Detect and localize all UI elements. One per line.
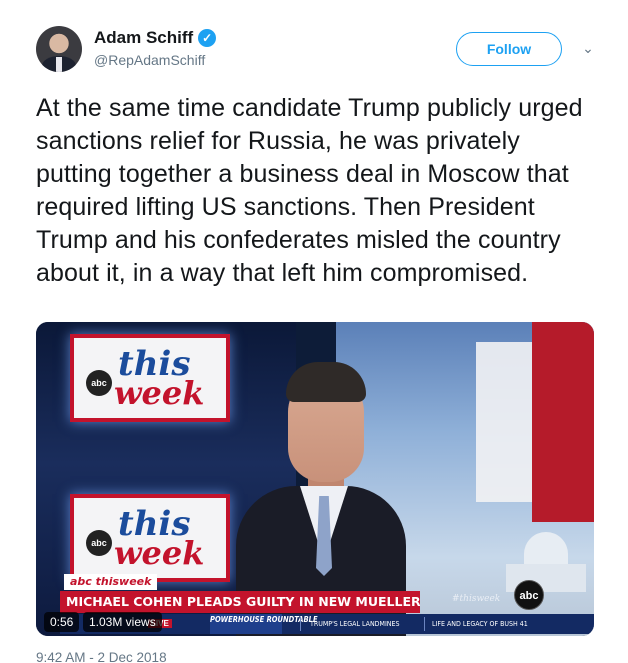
avatar-shirt <box>56 57 62 72</box>
author-display-name[interactable]: Adam Schiff <box>94 28 193 48</box>
tweet-timestamp[interactable]: 9:42 AM - 2 Dec 2018 <box>36 650 167 663</box>
ticker-divider <box>300 617 301 631</box>
ticker-item: TRUMP'S LEGAL LANDMINES <box>310 620 400 628</box>
tweet-card: Adam Schiff ✓ @RepAdamSchiff Follow ⌄ At… <box>0 0 628 663</box>
author-name-row: Adam Schiff ✓ <box>94 28 217 48</box>
video-player[interactable]: abc this week abc this week abc thisweek… <box>36 322 594 636</box>
verified-badge-icon: ✓ <box>198 29 217 47</box>
chevron-down-icon[interactable]: ⌄ <box>578 38 598 58</box>
flag-stripe-white <box>476 342 532 502</box>
lower-third-hashtag: #thisweek <box>452 594 501 604</box>
avatar[interactable] <box>36 26 82 72</box>
show-logo-card: abc this week <box>70 494 230 582</box>
ticker-divider <box>424 617 425 631</box>
ticker-powerhouse: POWERHOUSE ROUNDTABLE <box>210 614 318 634</box>
show-logo-week: week <box>114 374 205 412</box>
author-handle[interactable]: @RepAdamSchiff <box>94 52 216 68</box>
flag-stripe-red <box>532 322 594 522</box>
show-logo-card: abc this week <box>70 334 230 422</box>
tweet-text: At the same time candidate Trump publicl… <box>36 94 583 287</box>
ticker-item: LIFE AND LEGACY OF BUSH 41 <box>432 620 528 628</box>
show-logo-week: week <box>114 534 205 572</box>
lower-third-brand: abc thisweek <box>64 574 158 590</box>
abc-logo-small: abc <box>86 530 112 556</box>
abc-logo-small: abc <box>86 370 112 396</box>
network-logo-icon: abc <box>514 580 544 610</box>
follow-button[interactable]: Follow <box>456 32 562 66</box>
video-duration-badge: 0:56 <box>44 612 80 632</box>
video-views-badge: 1.03M views <box>83 612 162 632</box>
lower-third-headline: MICHAEL COHEN PLEADS GUILTY IN NEW MUELL… <box>60 591 420 613</box>
capitol-dome <box>524 532 568 566</box>
speaker-hair <box>286 362 366 402</box>
author-block: Adam Schiff ✓ @RepAdamSchiff <box>94 28 217 68</box>
